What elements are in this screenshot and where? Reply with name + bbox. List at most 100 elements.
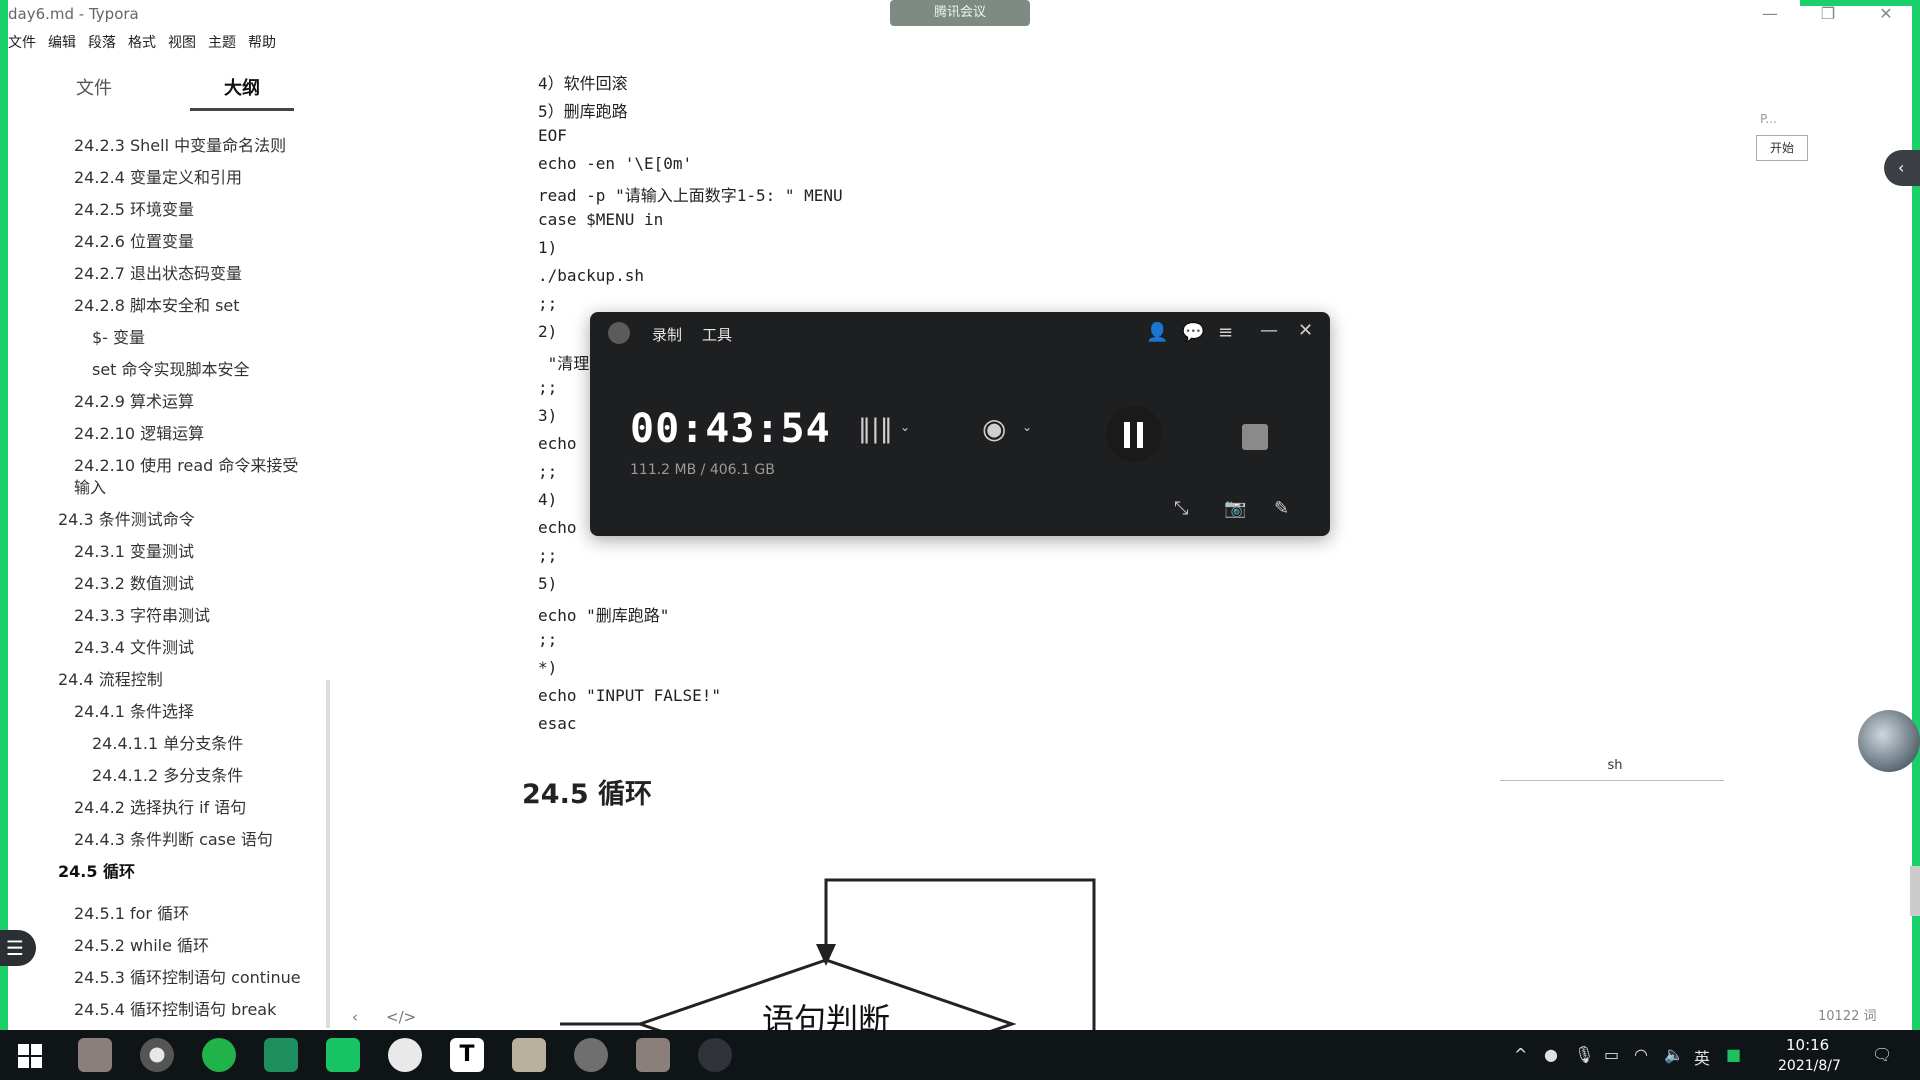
outline-item[interactable]: set 命令实现脚本安全 [92, 356, 250, 380]
chevron-down-icon[interactable]: ⌄ [1022, 420, 1032, 434]
outline-item[interactable]: 24.4.1.2 多分支条件 [92, 762, 243, 786]
code-line: 5）删库跑路 [538, 102, 628, 121]
webcam-icon[interactable]: ◉ [982, 412, 1006, 445]
outline-item[interactable]: 24.4.1.1 单分支条件 [92, 730, 243, 754]
outline-item[interactable]: 24.2.3 Shell 中变量命名法则 [74, 132, 286, 156]
avatar[interactable] [1858, 710, 1920, 772]
wechat-icon[interactable] [202, 1038, 236, 1072]
recorder-icon[interactable] [388, 1038, 422, 1072]
source-code-icon[interactable]: </> [386, 1008, 416, 1026]
outline-item[interactable]: 24.4.3 条件判断 case 语句 [74, 826, 273, 850]
photo-app-icon[interactable] [78, 1038, 112, 1072]
clock-date[interactable]: 2021/8/7 [1778, 1058, 1841, 1074]
app-icon[interactable] [264, 1038, 298, 1072]
chevron-down-icon[interactable]: ⌄ [900, 420, 910, 434]
menu-item-5[interactable]: 主题 [208, 32, 236, 52]
meeting-icon[interactable] [326, 1038, 360, 1072]
list-menu-icon[interactable]: ☰ [0, 930, 36, 966]
outline-item[interactable]: 24.2.5 环境变量 [74, 196, 194, 220]
editor-scrollbar[interactable] [1910, 866, 1920, 916]
outline-item[interactable]: 24.2.9 算术运算 [74, 388, 194, 412]
code-line: 3) [538, 406, 558, 425]
outline-item[interactable]: 输入 [74, 474, 106, 498]
p-label: P... [1760, 112, 1777, 126]
wifi-icon[interactable]: ◠ [1634, 1045, 1648, 1064]
tray-app-icon[interactable]: ● [1544, 1045, 1558, 1064]
word-count[interactable]: 10122 词 [1818, 1005, 1877, 1024]
outline-item[interactable]: 24.4.1 条件选择 [74, 698, 194, 722]
outline-item[interactable]: 24.5.3 循环控制语句 continue [74, 964, 301, 988]
outline-item[interactable]: 24.2.10 逻辑运算 [74, 420, 204, 444]
pen-icon[interactable]: ✎ [1274, 498, 1289, 519]
recorder-menu-tools[interactable]: 工具 [702, 324, 732, 345]
menu-item-6[interactable]: 帮助 [248, 32, 276, 52]
outline-item[interactable]: 24.5 循环 [58, 858, 135, 882]
outline-item[interactable]: $- 变量 [92, 324, 145, 348]
volume-icon[interactable]: 🔈 [1664, 1045, 1684, 1064]
chevron-left-icon[interactable]: ‹ [1884, 150, 1920, 186]
outline-item[interactable]: 24.5.4 循环控制语句 break [74, 996, 276, 1020]
user-icon[interactable]: 👤 [1146, 322, 1168, 343]
microphone-icon[interactable]: ‖|‖ [858, 414, 893, 444]
outline-item[interactable]: 24.2.6 位置变量 [74, 228, 194, 252]
explorer-icon[interactable] [512, 1038, 546, 1072]
code-line: 5) [538, 574, 558, 593]
chrome-icon[interactable] [140, 1038, 174, 1072]
shrink-icon[interactable]: ⤡ [1174, 498, 1188, 519]
menu-icon[interactable]: ≡ [1218, 322, 1233, 343]
sidebar-scrollbar[interactable] [326, 680, 330, 1028]
outline-item[interactable]: 24.4 流程控制 [58, 666, 163, 690]
close-icon[interactable]: ✕ [1298, 320, 1313, 341]
outline-item[interactable]: 24.2.4 变量定义和引用 [74, 164, 242, 188]
outline-item[interactable]: 24.5.1 for 循环 [74, 900, 189, 924]
menu-item-3[interactable]: 格式 [128, 32, 156, 52]
outline-item[interactable]: 24.2.10 使用 read 命令来接受 [74, 452, 298, 476]
menu-item-4[interactable]: 视图 [168, 32, 196, 52]
close-icon[interactable]: ✕ [1866, 2, 1906, 26]
screen-recorder-panel: 录制 工具 👤 💬 ≡ — ✕ 00:43:54 111.2 MB / 406.… [590, 312, 1330, 536]
meeting-badge[interactable]: 腾讯会议 [890, 0, 1030, 26]
code-line: ;; [538, 294, 558, 313]
clock-time[interactable]: 10:16 [1786, 1036, 1829, 1054]
photo-app-2-icon[interactable] [636, 1038, 670, 1072]
camera-icon[interactable]: 📷 [1224, 498, 1246, 519]
xshell-icon[interactable] [574, 1038, 608, 1072]
pause-button[interactable] [1106, 406, 1162, 462]
obs-icon[interactable] [698, 1038, 732, 1072]
tab-outline[interactable]: 大纲 [224, 74, 260, 100]
menu-item-1[interactable]: 编辑 [48, 32, 76, 52]
chat-icon[interactable]: 💬 [1182, 322, 1204, 343]
start-button[interactable]: 开始 [1756, 135, 1808, 161]
outline-item[interactable]: 24.3.1 变量测试 [74, 538, 194, 562]
menu-item-2[interactable]: 段落 [88, 32, 116, 52]
chevron-left-icon[interactable]: ‹ [352, 1008, 358, 1026]
code-line: 1) [538, 238, 558, 257]
menu-item-0[interactable]: 文件 [8, 32, 36, 52]
outline-item[interactable]: 24.3.4 文件测试 [74, 634, 194, 658]
outline-item[interactable]: 24.4.2 选择执行 if 语句 [74, 794, 246, 818]
microphone-icon[interactable]: 🎙 [1574, 1045, 1594, 1064]
code-line: case $MENU in [538, 210, 664, 229]
recorder-menu-record[interactable]: 录制 [652, 324, 682, 345]
outline-item[interactable]: 24.3.2 数值测试 [74, 570, 194, 594]
stop-button[interactable] [1242, 424, 1268, 450]
security-icon[interactable]: ■ [1726, 1045, 1741, 1064]
outline-item[interactable]: 24.2.7 退出状态码变量 [74, 260, 242, 284]
outline-item[interactable]: 24.5.2 while 循环 [74, 932, 209, 956]
battery-icon[interactable]: ▭ [1604, 1045, 1619, 1064]
minimize-icon[interactable]: — [1750, 2, 1790, 26]
start-icon[interactable] [18, 1044, 42, 1068]
outline-item[interactable]: 24.3.3 字符串测试 [74, 602, 210, 626]
section-heading: 24.5 循环 [522, 779, 653, 810]
minimize-icon[interactable]: — [1260, 320, 1278, 341]
tab-files[interactable]: 文件 [76, 74, 112, 100]
outline-item[interactable]: 24.3 条件测试命令 [58, 506, 195, 530]
typora-icon[interactable]: T [450, 1038, 484, 1072]
chevron-up-icon[interactable]: ^ [1514, 1045, 1527, 1064]
code-language-label[interactable]: sh [1500, 758, 1730, 773]
outline-item[interactable]: 24.2.8 脚本安全和 set [74, 292, 240, 316]
ime-indicator[interactable]: 英 [1694, 1045, 1710, 1069]
notification-icon[interactable]: 🗨 [1872, 1045, 1892, 1064]
maximize-icon[interactable]: ❐ [1808, 2, 1848, 26]
code-line: ;; [538, 546, 558, 565]
